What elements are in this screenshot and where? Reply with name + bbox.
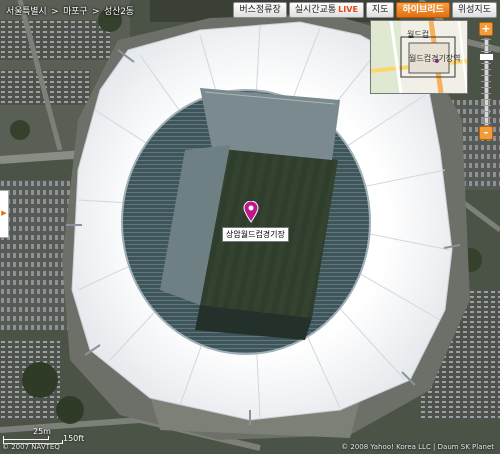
zoom-tick	[481, 69, 491, 70]
zoom-tick	[481, 93, 491, 94]
traffic-button[interactable]: 실시간교통 LIVE	[288, 2, 364, 18]
breadcrumb-separator: >	[51, 7, 59, 17]
bus-stop-button[interactable]: 버스정류장	[233, 2, 287, 18]
map-toolbar: 버스정류장 실시간교통 LIVE 지도 하이브리드 위성지도	[233, 2, 497, 18]
zoom-tick	[481, 39, 491, 40]
breadcrumb: 서울특별시 > 마포구 > 성산2동	[6, 4, 136, 17]
overview-minimap[interactable]: 월드컵 월드컵경기장역	[370, 20, 468, 94]
zoom-tick	[481, 123, 491, 124]
satellite-view-button[interactable]: 위성지도	[451, 2, 497, 18]
zoom-tick	[481, 45, 491, 46]
zoom-tick	[481, 63, 491, 64]
live-badge: LIVE	[338, 5, 358, 14]
zoom-slider-handle[interactable]	[479, 52, 494, 61]
zoom-in-button[interactable]: +	[479, 22, 493, 36]
minimap-label-station: 월드컵경기장역	[409, 54, 461, 63]
hybrid-view-button[interactable]: 하이브리드	[396, 2, 450, 18]
zoom-out-button[interactable]: -	[479, 126, 493, 140]
breadcrumb-neighborhood[interactable]: 성산2동	[104, 7, 134, 17]
traffic-button-label: 실시간교통	[294, 5, 337, 15]
copyright-left: © 2007 NAVTEQ	[2, 443, 60, 451]
chevron-right-icon: ▶	[1, 209, 7, 217]
map-view-button[interactable]: 지도	[365, 2, 395, 18]
copyright-right: © 2008 Yahoo! Korea LLC | Daum SK Planet	[341, 443, 494, 451]
zoom-tick	[481, 105, 491, 106]
zoom-tick	[481, 81, 491, 82]
zoom-tick	[481, 75, 491, 76]
breadcrumb-separator: >	[92, 7, 100, 17]
map-pin-icon[interactable]	[243, 201, 259, 223]
zoom-tick	[481, 111, 491, 112]
breadcrumb-city[interactable]: 서울특별시	[6, 7, 47, 17]
satellite-map[interactable]: 서울특별시 > 마포구 > 성산2동 버스정류장 실시간교통 LIVE 지도 하이…	[0, 0, 500, 454]
minimap-label-worldcup: 월드컵	[407, 30, 430, 39]
poi-label[interactable]: 상암월드컵경기장	[222, 227, 289, 242]
scale-metric-label: 25m	[33, 427, 51, 436]
scale-imperial-label: 150ft	[63, 434, 85, 443]
zoom-tick	[481, 117, 491, 118]
zoom-tick	[481, 99, 491, 100]
zoom-tick	[481, 51, 491, 52]
zoom-tick	[481, 87, 491, 88]
zoom-control: + -	[479, 22, 494, 140]
side-panel-toggle[interactable]: ▶	[0, 190, 9, 238]
breadcrumb-district[interactable]: 마포구	[63, 7, 87, 17]
